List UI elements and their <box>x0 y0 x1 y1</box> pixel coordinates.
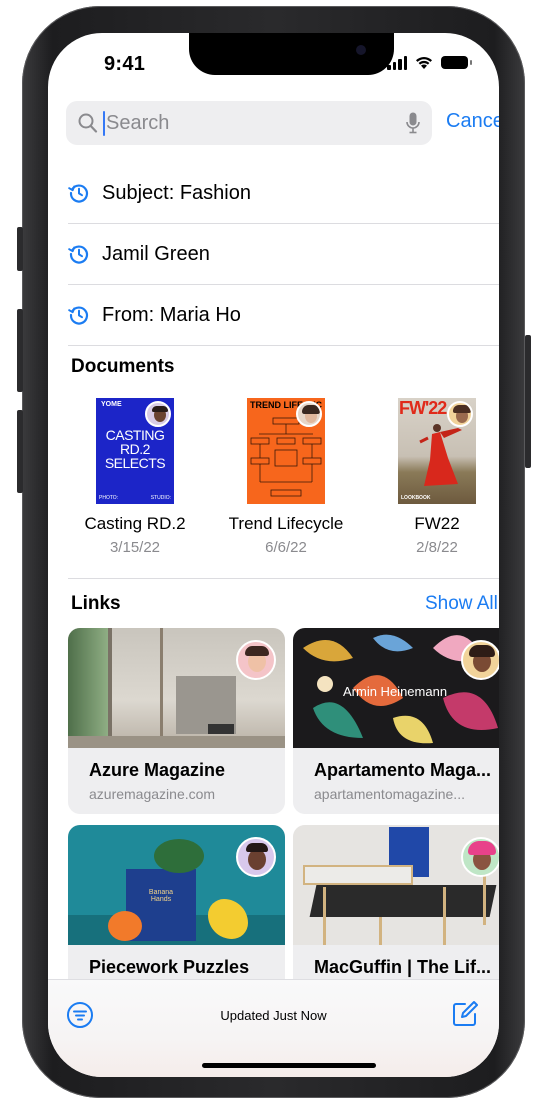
section-divider <box>68 578 499 579</box>
link-title: MacGuffin | The Lif... <box>314 957 492 977</box>
document-thumbnail: FW'22 LOOKBOOK <box>398 398 476 504</box>
document-thumbnail: TREND LIFECYC <box>247 398 325 504</box>
recent-search-item[interactable]: From: Maria Ho <box>68 285 499 346</box>
bottom-toolbar: Updated Just Now <box>48 979 499 1077</box>
avatar <box>236 640 276 680</box>
camera-icon <box>356 45 366 55</box>
history-icon <box>68 184 89 203</box>
link-preview-image <box>68 628 285 748</box>
cancel-button[interactable]: Cancel <box>446 110 499 133</box>
link-title: Piecework Puzzles <box>89 957 250 977</box>
compose-icon[interactable] <box>451 1000 479 1028</box>
text-cursor <box>103 111 105 136</box>
search-icon <box>78 113 98 133</box>
document-name: FW22 <box>414 514 460 533</box>
home-indicator <box>202 1063 376 1068</box>
link-url: apartamentomagazine... <box>314 786 465 802</box>
avatar <box>296 401 322 427</box>
recent-searches: Subject: Fashion Jamil Green From: Maria… <box>68 163 499 346</box>
document-date: 6/6/22 <box>265 539 307 556</box>
recent-search-label: From: Maria Ho <box>102 303 241 326</box>
document-item[interactable]: YOME CASTING RD.2 SELECTS PHOTO: STUDIO:… <box>65 398 205 556</box>
mailbox-status: Updated Just Now <box>220 1008 327 1023</box>
avatar <box>461 837 499 877</box>
link-preview-image: Banana Hands <box>68 825 285 945</box>
link-preview-image: Armin Heinemann <box>293 628 499 748</box>
link-title: Apartamento Maga... <box>314 760 492 780</box>
avatar <box>236 837 276 877</box>
avatar <box>145 401 171 427</box>
link-card[interactable]: Azure Magazine azuremagazine.com <box>68 628 285 814</box>
battery-icon <box>441 56 472 69</box>
document-date: 2/8/22 <box>416 539 458 556</box>
avatar <box>447 401 473 427</box>
documents-section-title: Documents <box>71 356 175 377</box>
document-name: Trend Lifecycle <box>228 514 344 533</box>
recent-search-item[interactable]: Jamil Green <box>68 224 499 285</box>
link-image-caption: Armin Heinemann <box>343 684 448 699</box>
screen: 9:41 Cancel <box>48 33 499 1077</box>
recent-search-label: Jamil Green <box>102 242 210 265</box>
document-thumbnail: YOME CASTING RD.2 SELECTS PHOTO: STUDIO: <box>96 398 174 504</box>
document-date: 3/15/22 <box>109 539 161 556</box>
document-item[interactable]: FW'22 LOOKBOOK FW22 2/8/22 <box>367 398 499 556</box>
history-icon <box>68 306 89 325</box>
link-card[interactable]: Armin Heinemann Apartamento Maga... apar… <box>293 628 499 814</box>
volume-down-button <box>17 410 23 493</box>
link-title: Azure Magazine <box>89 760 226 780</box>
wifi-icon <box>416 57 432 69</box>
cellular-signal-icon <box>387 55 407 70</box>
search-field[interactable] <box>66 101 432 145</box>
search-input[interactable] <box>106 101 386 145</box>
link-preview-image <box>293 825 499 945</box>
recent-search-item[interactable]: Subject: Fashion <box>68 163 499 224</box>
document-item[interactable]: TREND LIFECYC Trend Lifecycle 6/6/22 <box>216 398 356 556</box>
volume-up-button <box>17 309 23 392</box>
status-time: 9:41 <box>104 53 146 75</box>
history-icon <box>68 245 89 264</box>
links-section-title: Links <box>71 593 121 614</box>
recent-search-label: Subject: Fashion <box>102 181 251 204</box>
mute-switch <box>17 227 23 271</box>
avatar <box>461 640 499 680</box>
document-name: Casting RD.2 <box>84 514 186 533</box>
link-url: azuremagazine.com <box>89 786 216 802</box>
notch <box>189 33 394 75</box>
show-all-links-button[interactable]: Show All <box>425 593 498 615</box>
microphone-icon[interactable] <box>406 112 420 134</box>
power-button <box>525 335 531 468</box>
status-icons <box>387 55 472 70</box>
